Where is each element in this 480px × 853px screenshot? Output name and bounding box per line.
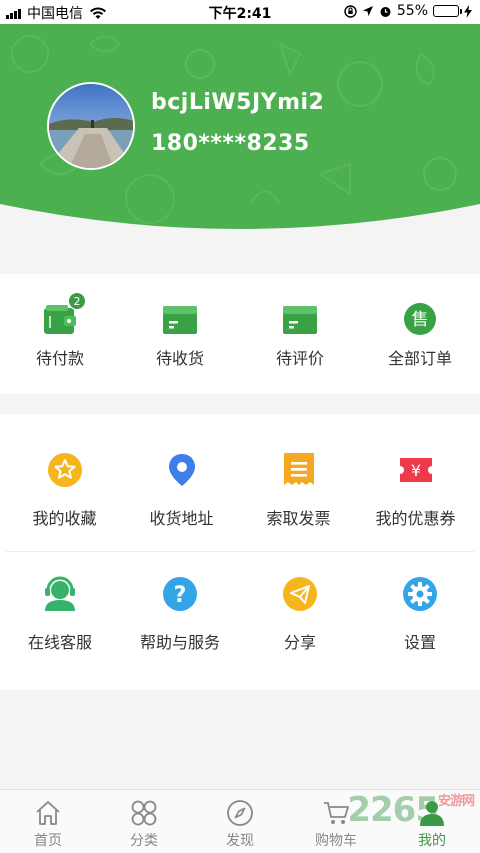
pending-payment-badge: 2 (68, 292, 86, 310)
tab-label: 购物车 (315, 833, 357, 849)
box-icon (283, 306, 317, 334)
svg-text:?: ? (174, 583, 187, 608)
order-status-bar: 2 待付款 待收货 待评价 售 全部订单 (0, 274, 480, 394)
location-arrow-icon (362, 6, 373, 16)
svg-text:售: 售 (412, 310, 429, 330)
order-label: 待付款 (35, 349, 84, 368)
tab-discover[interactable]: 发现 (192, 790, 288, 853)
settings-gear-icon (403, 577, 437, 611)
avatar[interactable] (47, 82, 135, 170)
order-pending-receipt[interactable]: 待收货 (120, 274, 240, 394)
avatar-photo (49, 84, 133, 168)
category-icon (131, 800, 157, 826)
service-label: 在线客服 (27, 633, 92, 652)
tab-label: 发现 (226, 833, 254, 849)
services-row: 我的收藏 收货地址 索取发票 ¥ 我的优惠券 (6, 414, 474, 552)
username: bcjLiW5JYmi2 (151, 90, 325, 115)
service-label: 索取发票 (266, 509, 331, 528)
service-favorites[interactable]: 我的收藏 (6, 414, 123, 551)
coupon-icon: ¥ (399, 458, 432, 482)
customer-service-icon (45, 576, 75, 611)
service-coupons[interactable]: ¥ 我的优惠券 (357, 414, 474, 551)
service-label: 设置 (403, 633, 436, 652)
order-label: 待收货 (155, 349, 204, 368)
order-all[interactable]: 售 全部订单 (360, 274, 480, 394)
services-row: 在线客服 ? 帮助与服务 分享 设置 (0, 552, 480, 690)
location-pin-icon (168, 454, 195, 486)
battery-icon (433, 5, 462, 17)
service-label: 我的优惠券 (375, 509, 456, 528)
cart-icon (324, 802, 349, 824)
rotation-lock-icon (344, 4, 357, 18)
services-panel: 我的收藏 收货地址 索取发票 ¥ 我的优惠券 在线客服 ? 帮助与服务 分享 设… (0, 414, 480, 690)
invoice-icon (283, 453, 314, 485)
tab-category[interactable]: 分类 (96, 790, 192, 853)
service-label: 分享 (283, 633, 316, 652)
service-help[interactable]: ? 帮助与服务 (120, 552, 240, 690)
charging-bolt-icon (464, 4, 472, 18)
service-label: 收货地址 (149, 509, 214, 528)
service-settings[interactable]: 设置 (360, 552, 480, 690)
watermark-logo: 2265安游网 (347, 790, 475, 830)
svg-text:¥: ¥ (410, 461, 420, 480)
service-label: 帮助与服务 (139, 633, 220, 652)
order-label: 待评价 (275, 349, 324, 368)
phone-number: 180****8235 (151, 131, 310, 156)
status-right: 55% (344, 3, 472, 19)
star-icon (47, 453, 82, 487)
order-pending-review[interactable]: 待评价 (240, 274, 360, 394)
service-share[interactable]: 分享 (240, 552, 360, 690)
share-icon (283, 577, 317, 611)
tab-label: 我的 (418, 833, 446, 849)
order-pending-payment[interactable]: 2 待付款 (0, 274, 120, 394)
service-address[interactable]: 收货地址 (123, 414, 240, 551)
service-invoice[interactable]: 索取发票 (240, 414, 357, 551)
compass-icon (227, 800, 253, 826)
home-icon (36, 801, 60, 825)
tab-label: 首页 (34, 833, 62, 849)
box-icon (163, 306, 197, 334)
profile-header: bcjLiW5JYmi2 180****8235 (0, 24, 480, 234)
service-label: 我的收藏 (32, 509, 97, 528)
tab-home[interactable]: 首页 (0, 790, 96, 853)
help-icon: ? (163, 577, 197, 611)
alarm-icon (380, 6, 391, 17)
battery-percent: 55% (396, 3, 428, 19)
tab-label: 分类 (130, 833, 158, 849)
sell-icon: 售 (404, 303, 436, 335)
status-bar: 中国电信 下午2:41 55% (0, 0, 480, 24)
order-label: 全部订单 (387, 349, 452, 368)
service-customer-support[interactable]: 在线客服 (0, 552, 120, 690)
